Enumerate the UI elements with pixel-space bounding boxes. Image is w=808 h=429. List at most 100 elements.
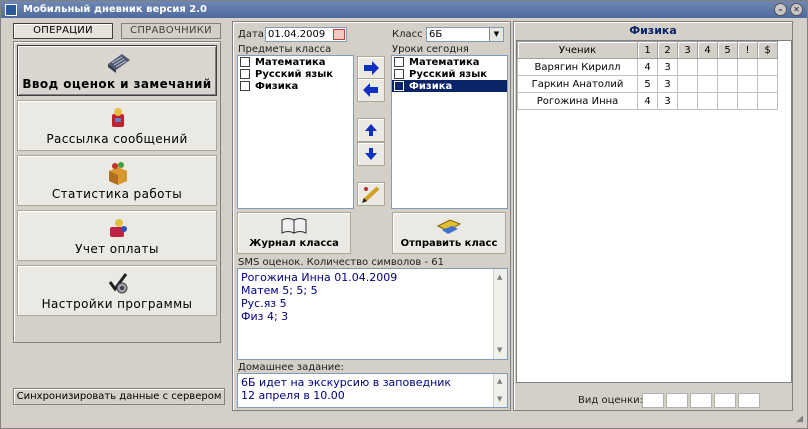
operations-menu: Ввод оценок и замечаний Рассылка сообщен… (13, 41, 221, 343)
checkbox[interactable] (394, 69, 404, 79)
list-item[interactable]: Русский язык (392, 68, 507, 80)
student-name[interactable]: Рогожина Инна (517, 92, 638, 110)
statistics-button[interactable]: Статистика работы (17, 155, 217, 206)
list-item-label: Физика (255, 80, 299, 92)
grade-cell[interactable] (677, 92, 698, 110)
grade-cell[interactable] (697, 92, 718, 110)
list-item-label: Физика (409, 80, 453, 92)
sync-server-button[interactable]: Синхронизировать данные с сервером (13, 388, 225, 405)
arrow-down-icon (365, 148, 377, 160)
column-header[interactable]: 2 (657, 41, 678, 59)
send-class-button[interactable]: Отправить класс (392, 212, 506, 254)
minimize-button[interactable]: – (774, 3, 787, 16)
tab-directories[interactable]: СПРАВОЧНИКИ (121, 23, 221, 39)
send-messages-button[interactable]: Рассылка сообщений (17, 100, 217, 151)
grade-cell[interactable]: 3 (657, 92, 678, 110)
list-item[interactable]: Физика (238, 80, 353, 92)
move-down-button[interactable] (357, 142, 385, 166)
settings-button[interactable]: Настройки программы (17, 265, 217, 316)
column-header[interactable]: $ (757, 41, 778, 59)
checkbox[interactable] (240, 81, 250, 91)
grade-type-label: Вид оценки: (578, 395, 643, 406)
checkbox[interactable] (394, 81, 404, 91)
class-journal-label: Журнал класса (249, 238, 339, 249)
box-icon (109, 162, 127, 185)
grade-type-box[interactable] (690, 393, 712, 408)
grade-type-box[interactable] (642, 393, 664, 408)
grade-cell[interactable] (677, 58, 698, 76)
grade-cell[interactable] (697, 58, 718, 76)
student-name[interactable]: Гаркин Анатолий (517, 75, 638, 93)
class-value: 6Б (429, 29, 443, 40)
move-left-button[interactable] (357, 78, 385, 102)
grade-cell[interactable] (757, 75, 778, 93)
resize-grip-icon[interactable]: ◢ (796, 414, 803, 424)
class-subjects-list[interactable]: Математика Русский язык Физика (237, 55, 354, 209)
send-icon (436, 219, 462, 234)
grade-type-box[interactable] (738, 393, 760, 408)
scroll-up-icon[interactable]: ▲ (497, 375, 502, 388)
checkbox[interactable] (394, 57, 404, 67)
close-button[interactable]: ✕ (790, 3, 803, 16)
column-header[interactable]: 1 (637, 41, 658, 59)
scroll-down-icon[interactable]: ▼ (497, 344, 502, 357)
column-header[interactable]: ! (737, 41, 758, 59)
grade-type-box[interactable] (666, 393, 688, 408)
tab-operations[interactable]: ОПЕРАЦИИ (13, 23, 113, 39)
move-right-button[interactable] (357, 56, 385, 80)
class-select[interactable]: 6Б ▼ (426, 27, 504, 42)
homework-scrollbar[interactable]: ▲ ▼ (493, 374, 507, 407)
grade-cell[interactable] (757, 92, 778, 110)
list-item[interactable]: Математика (392, 56, 507, 68)
edit-lesson-button[interactable] (357, 182, 385, 206)
column-header[interactable]: Ученик (517, 41, 638, 59)
subject-title: Физика (629, 24, 677, 37)
grade-cell[interactable] (677, 75, 698, 93)
grade-cell[interactable]: 4 (637, 58, 658, 76)
class-journal-button[interactable]: Журнал класса (237, 212, 351, 254)
checkbox[interactable] (240, 57, 250, 67)
enter-grades-button[interactable]: Ввод оценок и замечаний (17, 45, 217, 96)
grade-type-box[interactable] (714, 393, 736, 408)
grades-panel: Физика Ученик 1 2 3 4 5 ! $ Варягин Кири… (513, 21, 793, 411)
grade-cell[interactable] (757, 58, 778, 76)
sms-scrollbar[interactable]: ▲ ▼ (493, 269, 507, 359)
chevron-down-icon[interactable]: ▼ (489, 28, 503, 41)
grade-cell[interactable] (737, 75, 758, 93)
list-item-selected[interactable]: Физика (392, 80, 507, 92)
grades-table: Ученик 1 2 3 4 5 ! $ Варягин Кирилл 4 3 (517, 41, 778, 110)
grade-cell[interactable] (717, 75, 738, 93)
checkbox[interactable] (240, 69, 250, 79)
grade-cell[interactable] (737, 58, 758, 76)
list-item[interactable]: Математика (238, 56, 353, 68)
grade-cell[interactable]: 4 (637, 92, 658, 110)
column-header[interactable]: 4 (697, 41, 718, 59)
homework-text-area[interactable]: 6Б идет на экскурсию в заповедник 12 апр… (237, 373, 508, 408)
scroll-down-icon[interactable]: ▼ (497, 393, 502, 406)
calendar-icon[interactable] (333, 29, 345, 40)
lessons-label: Уроки сегодня (392, 44, 469, 55)
student-name[interactable]: Варягин Кирилл (517, 58, 638, 76)
operations-panel: ОПЕРАЦИИ СПРАВОЧНИКИ Ввод оценок и замеч… (5, 21, 228, 411)
statistics-label: Статистика работы (51, 187, 183, 201)
table-row[interactable]: Гаркин Анатолий 5 3 (517, 75, 778, 93)
list-item[interactable]: Русский язык (238, 68, 353, 80)
grade-cell[interactable]: 3 (657, 58, 678, 76)
move-up-button[interactable] (357, 118, 385, 142)
grade-cell[interactable] (717, 58, 738, 76)
table-row[interactable]: Варягин Кирилл 4 3 (517, 58, 778, 76)
grade-cell[interactable] (697, 75, 718, 93)
payments-button[interactable]: Учет оплаты (17, 210, 217, 261)
scroll-up-icon[interactable]: ▲ (497, 271, 502, 284)
grade-cell[interactable]: 3 (657, 75, 678, 93)
grade-cell[interactable] (737, 92, 758, 110)
column-header[interactable]: 3 (677, 41, 698, 59)
grades-grid[interactable]: Ученик 1 2 3 4 5 ! $ Варягин Кирилл 4 3 (516, 40, 792, 383)
sms-text-area[interactable]: Рогожина Инна 01.04.2009 Матем 5; 5; 5 Р… (237, 268, 508, 360)
homework-line: 12 апреля в 10.00 (241, 389, 345, 402)
table-row[interactable]: Рогожина Инна 4 3 (517, 92, 778, 110)
today-lessons-list[interactable]: Математика Русский язык Физика (391, 55, 508, 209)
grade-cell[interactable] (717, 92, 738, 110)
column-header[interactable]: 5 (717, 41, 738, 59)
grade-cell[interactable]: 5 (637, 75, 658, 93)
